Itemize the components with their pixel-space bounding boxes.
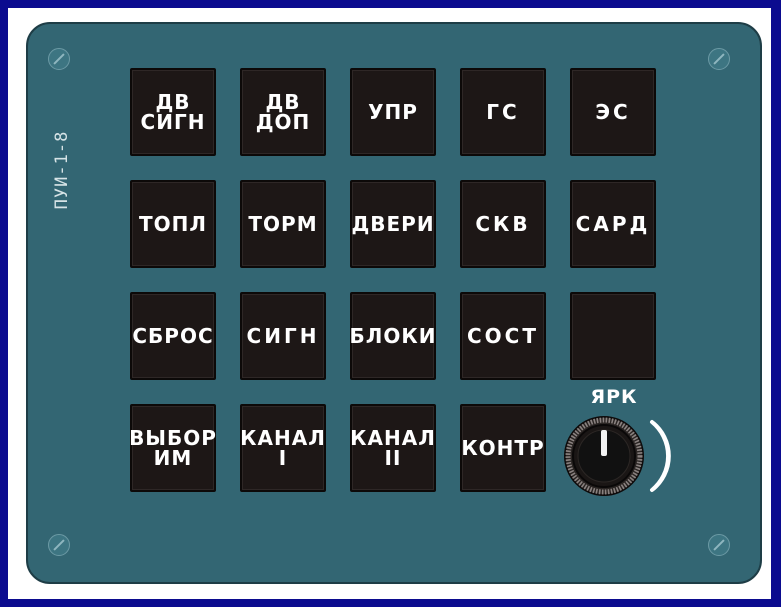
button-kanal-2[interactable]: КАНАЛ II (350, 404, 436, 492)
button-label: САРД (575, 212, 651, 236)
button-sbros[interactable]: СБРОС (130, 292, 216, 380)
screw-icon (708, 48, 730, 70)
button-label: ГС (486, 100, 520, 124)
button-label: ДВ СИГН (140, 90, 206, 134)
button-sost[interactable]: СОСТ (460, 292, 546, 380)
screw-icon (48, 48, 70, 70)
button-es[interactable]: ЭС (570, 68, 656, 156)
knob-pointer-icon (601, 430, 607, 456)
screw-icon (48, 534, 70, 556)
button-dveri[interactable]: ДВЕРИ (350, 180, 436, 268)
button-torm[interactable]: ТОРМ (240, 180, 326, 268)
button-label: КАНАЛ I (240, 426, 326, 470)
button-label: БЛОКИ (349, 324, 437, 348)
brightness-knob[interactable] (560, 412, 680, 502)
button-dv-dop[interactable]: ДВ ДОП (240, 68, 326, 156)
button-topl[interactable]: ТОПЛ (130, 180, 216, 268)
button-bloki[interactable]: БЛОКИ (350, 292, 436, 380)
screw-icon (708, 534, 730, 556)
button-label: УПР (368, 100, 418, 124)
button-kanal-1[interactable]: КАНАЛ I (240, 404, 326, 492)
brightness-scale-arc-icon (650, 420, 670, 492)
button-label: СБРОС (132, 324, 214, 348)
button-label: КОНТР (461, 436, 545, 460)
button-label: СОСТ (467, 324, 539, 348)
button-dv-sign[interactable]: ДВ СИГН (130, 68, 216, 156)
button-label: ДВЕРИ (351, 212, 435, 236)
button-sard[interactable]: САРД (570, 180, 656, 268)
button-vybor-im[interactable]: ВЫБОР ИМ (129, 404, 217, 492)
button-upr[interactable]: УПР (350, 68, 436, 156)
panel-model-text: ПУИ-1-8 (52, 130, 72, 210)
button-label: ЭС (595, 100, 631, 124)
button-label: СКВ (475, 212, 531, 236)
button-skv[interactable]: СКВ (460, 180, 546, 268)
button-label: ВЫБОР ИМ (129, 426, 217, 470)
button-kontr[interactable]: КОНТР (460, 404, 546, 492)
button-gs[interactable]: ГС (460, 68, 546, 156)
button-label: ТОРМ (248, 212, 318, 236)
button-sign[interactable]: СИГН (240, 292, 326, 380)
button-label: ДВ ДОП (255, 90, 311, 134)
brightness-label: ЯРК (590, 386, 638, 408)
button-label: СИГН (246, 324, 320, 348)
button-blank[interactable] (570, 292, 656, 380)
button-label: КАНАЛ II (350, 426, 436, 470)
button-label: ТОПЛ (139, 212, 207, 236)
